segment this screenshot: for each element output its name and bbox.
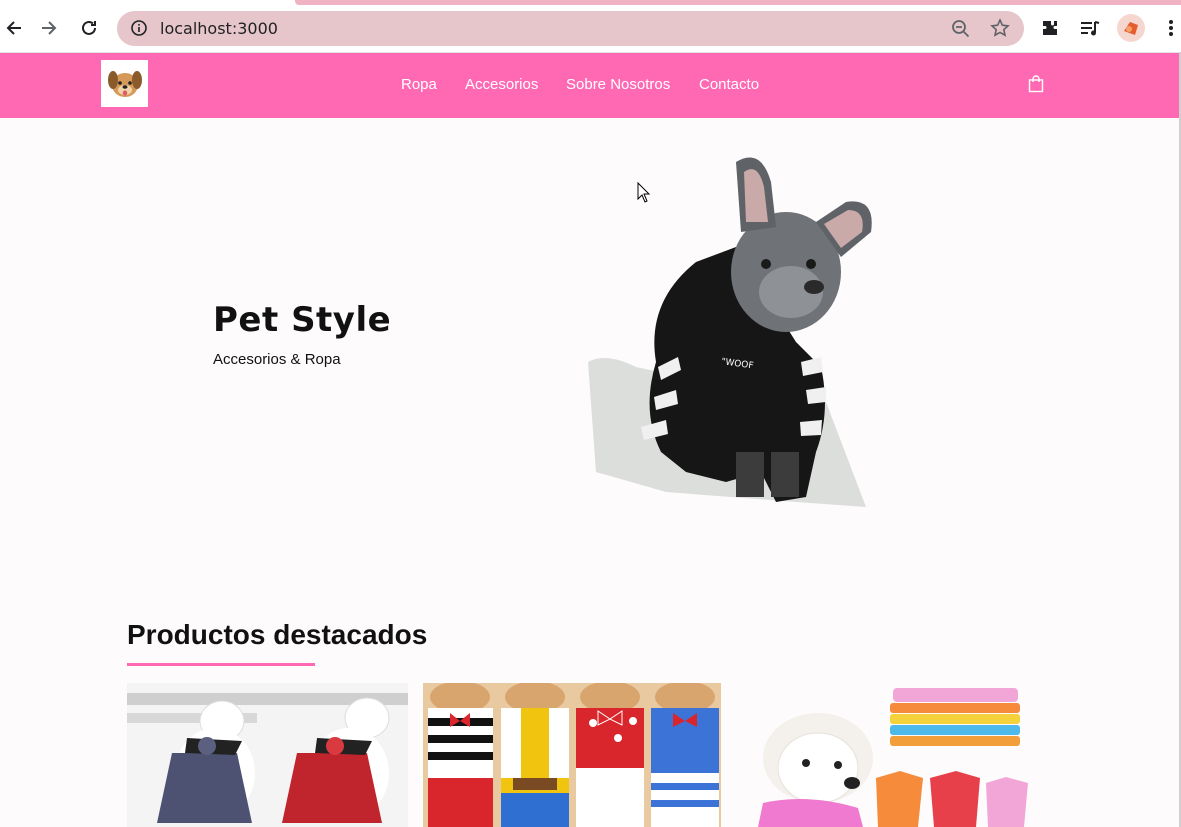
nav-sobre-nosotros[interactable]: Sobre Nosotros <box>566 76 670 93</box>
more-menu-icon[interactable] <box>1158 15 1181 41</box>
hero-title: Pet Style <box>213 300 392 340</box>
back-icon[interactable] <box>0 14 28 42</box>
product-card[interactable] <box>748 683 1032 827</box>
zoom-out-icon[interactable] <box>951 19 971 43</box>
main-nav: Ropa Accesorios Sobre Nosotros Contacto <box>0 53 1181 118</box>
media-queue-icon[interactable] <box>1077 15 1103 41</box>
puppy-costume-shirts <box>423 683 721 827</box>
address-bar[interactable]: localhost:3000 <box>117 11 1024 46</box>
poodle-with-colorful-shirts <box>748 683 1032 827</box>
forward-icon[interactable] <box>35 14 63 42</box>
url-text[interactable]: localhost:3000 <box>160 19 278 38</box>
shopping-bag-icon[interactable] <box>1028 75 1044 93</box>
featured-title: Productos destacados <box>127 619 428 650</box>
site-info-icon[interactable] <box>130 19 148 41</box>
mouse-cursor-icon <box>637 181 651 208</box>
nav-accesorios[interactable]: Accesorios <box>465 76 538 93</box>
hero-subtitle: Accesorios & Ropa <box>213 351 341 368</box>
white-dog-plaid-dresses <box>127 683 408 827</box>
nav-contacto[interactable]: Contacto <box>699 76 759 93</box>
french-bulldog-image: "WOOF <box>586 152 876 512</box>
bookmark-star-icon[interactable] <box>990 18 1010 42</box>
featured-underline <box>127 663 315 666</box>
product-card[interactable] <box>423 683 721 827</box>
extensions-icon[interactable] <box>1037 15 1063 41</box>
active-tab-strip <box>295 0 1181 5</box>
product-card[interactable] <box>127 683 408 827</box>
reload-icon[interactable] <box>75 14 103 42</box>
browser-toolbar: localhost:3000 <box>0 0 1181 53</box>
profile-avatar[interactable] <box>1117 14 1145 42</box>
site-header: Ropa Accesorios Sobre Nosotros Contacto <box>0 53 1181 118</box>
nav-ropa[interactable]: Ropa <box>401 76 437 93</box>
